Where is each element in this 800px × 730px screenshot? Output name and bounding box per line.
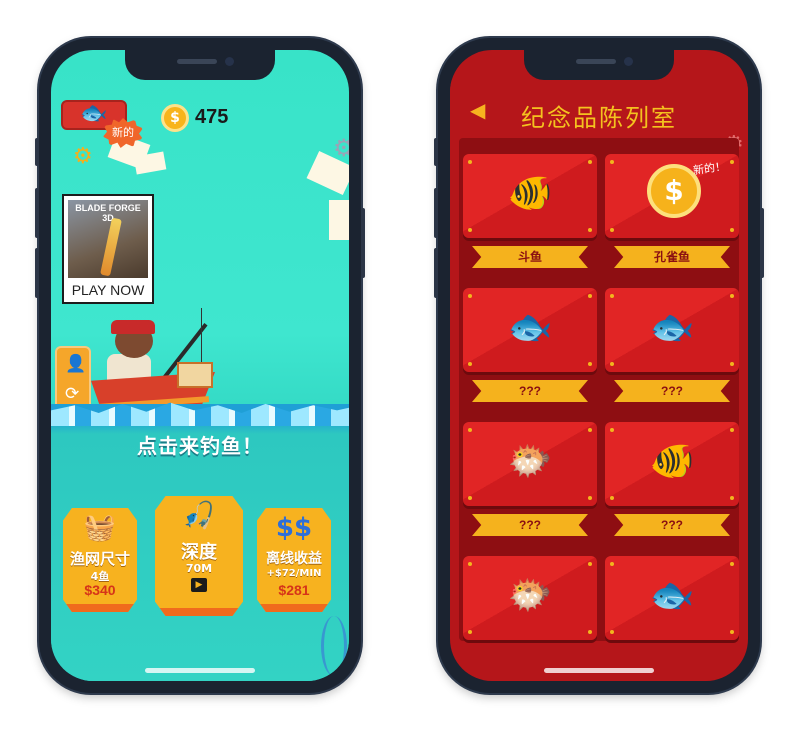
home-indicator[interactable] <box>145 668 255 673</box>
collection-item[interactable]: 🐠 <box>463 154 597 238</box>
mute-switch <box>35 138 39 166</box>
angelfish-silhouette-icon: 🐠 <box>649 441 695 482</box>
item-label: 孔雀鱼 <box>614 246 730 268</box>
video-icon: ▶ <box>191 578 207 592</box>
collection-item[interactable]: $ 新的！ <box>605 154 739 238</box>
collection-item[interactable]: 🐠 <box>605 422 739 506</box>
upgrade-title: 渔网尺寸 <box>69 550 130 568</box>
notch <box>125 50 275 80</box>
right-phone: ◀ 纪念品陈列室 ⚙ 🐠 斗鱼 $ 新的！ 孔雀鱼 🐟 <box>434 38 764 693</box>
volume-down-button <box>35 248 39 298</box>
game-screen[interactable]: 🐟 新的 $ 475 ⚙ ⚙ BLADE FORGE 3D PLAY NOW 👤… <box>51 50 349 681</box>
collection-item[interactable]: 🐟 <box>605 556 739 640</box>
pufferfish-silhouette-icon: 🐡 <box>507 575 553 616</box>
dollar-icon: $$ <box>275 513 313 543</box>
collection-item[interactable]: 🐡 <box>463 556 597 640</box>
ad-title: BLADE FORGE 3D <box>75 203 141 223</box>
cloud <box>329 200 349 240</box>
tap-to-fish-prompt: 点击来钓鱼！ <box>137 434 263 458</box>
home-indicator[interactable] <box>544 668 654 673</box>
volume-up-button <box>35 188 39 238</box>
item-label: ??? <box>472 514 588 536</box>
fish-icon: 🐟 <box>80 101 108 126</box>
item-label: ??? <box>614 380 730 402</box>
fish-silhouette-icon: 🐟 <box>507 307 553 348</box>
flying-fish-silhouette-icon: 🐟 <box>649 307 695 348</box>
net-size-upgrade-button[interactable]: 🧺 渔网尺寸 4鱼 $340 <box>63 508 137 612</box>
notch <box>524 50 674 80</box>
seaweed <box>321 616 347 676</box>
collection-board: 🐠 斗鱼 $ 新的！ 孔雀鱼 🐟 ??? 🐟 ??? 🐡 ??? 🐠 ??? 🐡… <box>459 138 739 641</box>
trophy-header: ◀ 纪念品陈列室 <box>450 80 748 138</box>
cloud <box>133 151 167 175</box>
upgrade-price: $340 <box>84 582 116 598</box>
upgrade-title: 离线收益 <box>266 551 322 567</box>
power-button <box>361 208 365 278</box>
clownfish-silhouette-icon: 🐟 <box>649 575 695 616</box>
depth-upgrade-button[interactable]: 🎣 深度 70M ▶ <box>155 496 243 616</box>
left-phone: 🐟 新的 $ 475 ⚙ ⚙ BLADE FORGE 3D PLAY NOW 👤… <box>35 38 365 693</box>
lionfish-silhouette-icon: 🐡 <box>507 441 553 482</box>
ad-card[interactable]: BLADE FORGE 3D PLAY NOW <box>62 194 154 304</box>
gear-icon[interactable]: ⚙ <box>333 136 349 160</box>
blade-icon <box>100 217 122 277</box>
trophy-room-screen: ◀ 纪念品陈列室 ⚙ 🐠 斗鱼 $ 新的！ 孔雀鱼 🐟 <box>450 50 748 681</box>
fish-icon: 🐠 <box>507 173 553 214</box>
user-icon[interactable]: 👤 <box>65 356 86 373</box>
offline-earnings-upgrade-button[interactable]: $$ 离线收益 +$72/MIN $281 <box>257 508 331 612</box>
settings-gear-icon[interactable]: ⚙ <box>73 146 93 168</box>
coin-icon: $ <box>161 104 189 132</box>
ad-image: BLADE FORGE 3D <box>68 200 148 278</box>
upgrade-price: $281 <box>278 582 310 598</box>
fisherman-bandana <box>111 320 155 334</box>
collection-item[interactable]: 🐡 <box>463 422 597 506</box>
new-badge: 新的！ <box>692 159 727 178</box>
item-label: ??? <box>614 514 730 536</box>
upgrade-title: 深度 <box>181 542 217 563</box>
volume-up-button <box>434 188 438 238</box>
mute-switch <box>434 138 438 166</box>
collection-item[interactable]: 🐟 <box>463 288 597 372</box>
upgrade-value: +$72/MIN <box>266 568 322 579</box>
boat-cabin <box>177 362 213 388</box>
net-icon: 🧺 <box>83 513 117 543</box>
ad-play-now-button[interactable]: PLAY NOW <box>64 282 152 298</box>
page-title: 纪念品陈列室 <box>521 104 677 132</box>
item-label: 斗鱼 <box>472 246 588 268</box>
collection-item[interactable]: 🐟 <box>605 288 739 372</box>
power-button <box>760 208 764 278</box>
refresh-icon[interactable]: ⟳ <box>65 386 79 403</box>
upgrade-value: 70M <box>185 562 213 575</box>
volume-down-button <box>434 248 438 298</box>
item-label: ??? <box>472 380 588 402</box>
fishing-rod-icon: 🎣 <box>182 501 216 531</box>
coin-count: 475 <box>195 106 229 128</box>
